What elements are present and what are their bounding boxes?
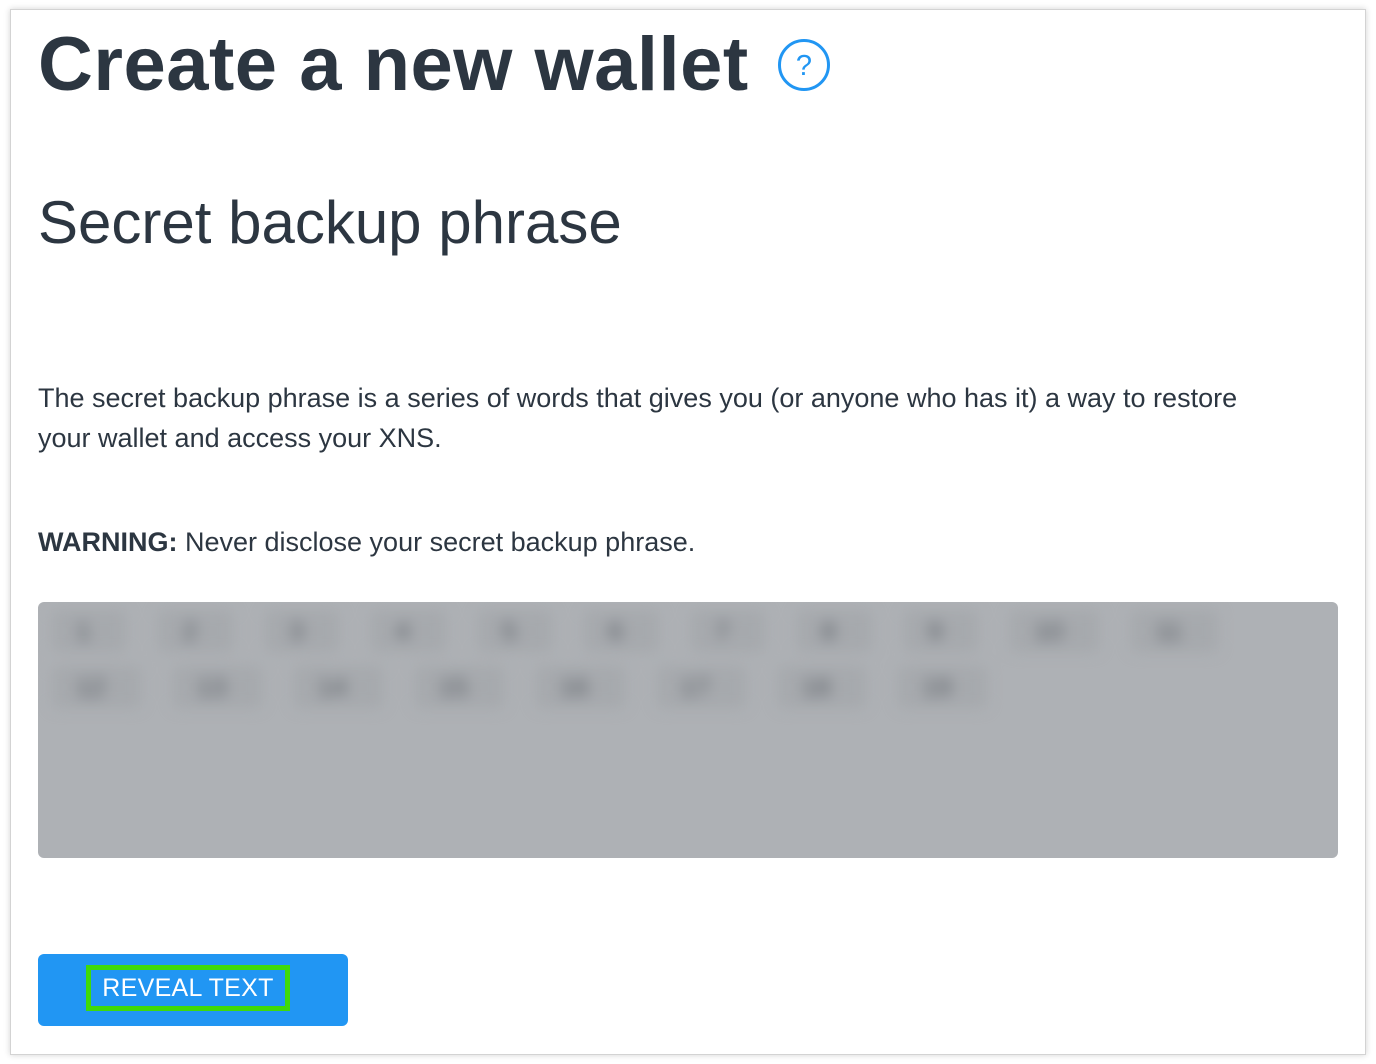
phrase-word-number: 11 (1155, 615, 1183, 646)
phrase-word-number: 10 (1034, 615, 1064, 646)
phrase-word-number: 6 (608, 615, 623, 646)
reveal-text-button[interactable]: REVEAL TEXT (38, 954, 348, 1026)
phrase-word-number: 4 (395, 615, 410, 646)
phrase-word-number: 16 (559, 671, 589, 702)
warning-message: Never disclose your secret backup phrase… (177, 527, 696, 557)
description-text: The secret backup phrase is a series of … (38, 383, 1238, 453)
section-title: Secret backup phrase (38, 189, 622, 256)
phrase-word-chip: 1 (52, 610, 127, 652)
phrase-word-chip: 2 (158, 610, 233, 652)
phrase-word-chip: 3 (264, 610, 340, 652)
phrase-word-number: 19 (922, 671, 952, 702)
phrase-word-number: 3 (288, 615, 304, 646)
svg-text:?: ? (796, 50, 812, 82)
phrase-word-number: 1 (76, 615, 91, 646)
reveal-text-label: REVEAL TEXT (86, 965, 290, 1011)
secret-phrase-box: 1 2 3 4 5 6 7 8 9 10 11 12 13 14 15 16 17 18 19 (38, 602, 1338, 858)
phrase-word-number: 15 (438, 671, 468, 702)
secret-phrase-grid: 1 2 3 4 5 6 7 8 9 10 11 12 13 14 15 16 17 18 19 (52, 610, 1324, 708)
phrase-word-chip: 18 (777, 666, 867, 708)
page-title: Create a new wallet (38, 22, 749, 107)
phrase-word-chip: 16 (535, 666, 625, 708)
warning-label: WARNING: (38, 527, 178, 557)
warning-text: WARNING: Never disclose your secret back… (38, 522, 695, 562)
phrase-word-chip: 17 (656, 666, 746, 708)
phrase-word-number: 14 (317, 671, 347, 702)
phrase-word-chip: 14 (293, 666, 383, 708)
phrase-word-number: 2 (182, 615, 197, 646)
header: Create a new wallet ? (38, 20, 831, 110)
phrase-word-number: 5 (501, 615, 517, 646)
phrase-word-chip: 8 (797, 610, 872, 652)
phrase-word-number: 13 (196, 671, 226, 702)
phrase-word-chip: 5 (477, 610, 553, 652)
phrase-word-chip: 13 (172, 666, 262, 708)
phrase-word-number: 18 (801, 671, 831, 702)
phrase-word-number: 9 (927, 615, 943, 646)
phrase-word-chip: 19 (898, 666, 988, 708)
phrase-word-chip: 10 (1010, 610, 1100, 652)
phrase-word-chip: 11 (1131, 610, 1219, 652)
phrase-word-number: 17 (680, 671, 710, 702)
phrase-word-chip: 12 (52, 666, 141, 708)
phrase-word-chip: 4 (371, 610, 446, 652)
phrase-word-number: 8 (821, 615, 836, 646)
phrase-word-chip: 7 (690, 610, 766, 652)
question-circle-icon[interactable]: ? (777, 38, 831, 92)
phrase-word-number: 7 (714, 615, 730, 646)
phrase-word-chip: 9 (903, 610, 979, 652)
phrase-word-number: 12 (76, 671, 105, 702)
phrase-word-chip: 6 (584, 610, 659, 652)
phrase-word-chip: 15 (414, 666, 504, 708)
